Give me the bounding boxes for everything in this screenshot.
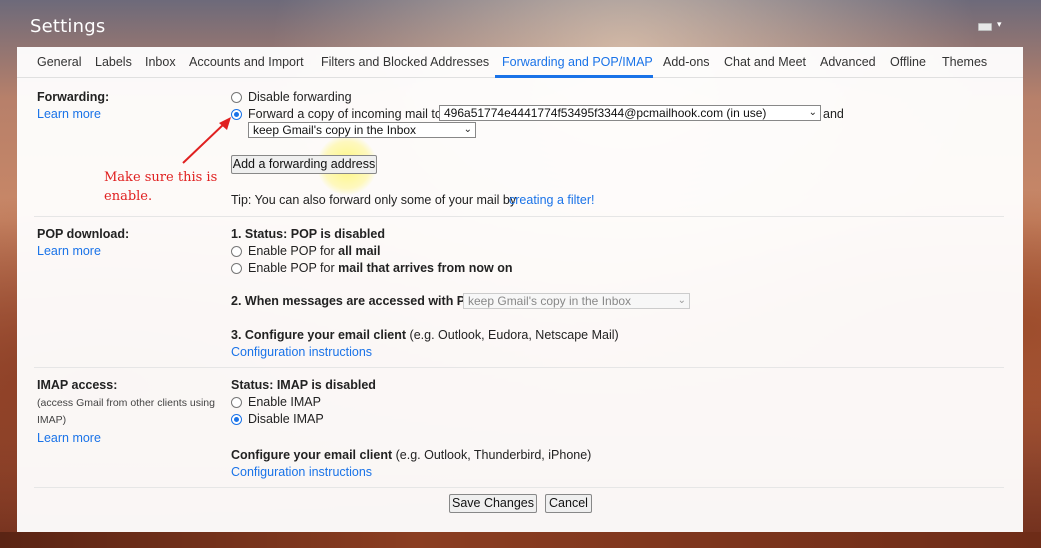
disable-forwarding-radio[interactable] bbox=[231, 92, 242, 103]
save-changes-button[interactable]: Save Changes bbox=[449, 494, 537, 513]
tab-filters-and-blocked-addresses[interactable]: Filters and Blocked Addresses bbox=[321, 55, 489, 69]
enable-pop-all-label: Enable POP for all mail bbox=[248, 244, 381, 258]
tab-inbox[interactable]: Inbox bbox=[145, 55, 176, 69]
chevron-down-icon: ⌄ bbox=[463, 124, 472, 135]
copy-action-value: keep Gmail's copy in the Inbox bbox=[253, 123, 417, 137]
tab-labels[interactable]: Labels bbox=[95, 55, 132, 69]
annotation-text-line1: Make sure this is bbox=[104, 170, 218, 185]
pop-configuration-instructions-link[interactable]: Configuration instructions bbox=[231, 345, 372, 359]
imap-status: Status: IMAP is disabled bbox=[231, 378, 376, 392]
forward-address-value: 496a51774e4441774f53495f3344@pcmailhook.… bbox=[444, 106, 767, 120]
pop-configure-text: 3. Configure your email client (e.g. Out… bbox=[231, 328, 619, 342]
pop-status: 1. Status: POP is disabled bbox=[231, 227, 385, 241]
imap-subtext-line2: IMAP) bbox=[37, 414, 67, 426]
imap-configuration-instructions-link[interactable]: Configuration instructions bbox=[231, 465, 372, 479]
disable-imap-label: Disable IMAP bbox=[248, 412, 324, 426]
chevron-down-icon: ⌄ bbox=[808, 107, 817, 118]
enable-pop-all-bold: all mail bbox=[338, 244, 381, 258]
imap-learn-more-link[interactable]: Learn more bbox=[37, 431, 101, 445]
disable-imap-radio[interactable] bbox=[231, 414, 242, 425]
pop-accessed-select: keep Gmail's copy in the Inbox ⌄ bbox=[463, 293, 690, 309]
forwarding-label: Forwarding: bbox=[37, 90, 110, 104]
pop-accessed-value: keep Gmail's copy in the Inbox bbox=[468, 294, 632, 308]
enable-pop-now-prefix: Enable POP for bbox=[248, 261, 335, 275]
active-tab-indicator bbox=[495, 75, 653, 78]
tip-text: Tip: You can also forward only some of y… bbox=[231, 193, 517, 207]
tab-accounts-and-import[interactable]: Accounts and Import bbox=[189, 55, 304, 69]
pop-accessed-label: 2. When messages are accessed with POP bbox=[231, 294, 484, 308]
forward-address-select[interactable]: 496a51774e4441774f53495f3344@pcmailhook.… bbox=[439, 105, 821, 121]
tab-advanced[interactable]: Advanced bbox=[820, 55, 876, 69]
enable-pop-all-radio[interactable] bbox=[231, 246, 242, 257]
section-divider bbox=[34, 216, 1004, 217]
tab-themes[interactable]: Themes bbox=[942, 55, 987, 69]
enable-pop-now-radio[interactable] bbox=[231, 263, 242, 274]
background-strip bbox=[0, 532, 1041, 548]
tab-add-ons[interactable]: Add-ons bbox=[663, 55, 710, 69]
keyboard-icon[interactable] bbox=[978, 23, 992, 31]
pop-download-label: POP download: bbox=[37, 227, 130, 241]
annotation-text-line2: enable. bbox=[104, 189, 153, 204]
imap-configure-text: Configure your email client (e.g. Outloo… bbox=[231, 448, 591, 462]
settings-tabs: General Labels Inbox Accounts and Import… bbox=[17, 47, 1023, 78]
settings-panel: General Labels Inbox Accounts and Import… bbox=[17, 47, 1023, 532]
disable-forwarding-label: Disable forwarding bbox=[248, 90, 352, 104]
imap-subtext-line1: (access Gmail from other clients using bbox=[37, 397, 215, 409]
page-title: Settings bbox=[30, 16, 106, 37]
enable-imap-label: Enable IMAP bbox=[248, 395, 321, 409]
enable-pop-now-label: Enable POP for mail that arrives from no… bbox=[248, 261, 512, 275]
chevron-down-icon: ⌄ bbox=[677, 295, 686, 306]
and-text: and bbox=[823, 107, 844, 121]
chevron-down-icon[interactable]: ▾ bbox=[997, 19, 1002, 30]
tab-chat-and-meet[interactable]: Chat and Meet bbox=[724, 55, 806, 69]
tab-forwarding-and-pop-imap[interactable]: Forwarding and POP/IMAP bbox=[502, 55, 653, 69]
forward-copy-label: Forward a copy of incoming mail to bbox=[248, 107, 442, 121]
tab-general[interactable]: General bbox=[37, 55, 81, 69]
pop-learn-more-link[interactable]: Learn more bbox=[37, 244, 101, 258]
cancel-button[interactable]: Cancel bbox=[545, 494, 592, 513]
forwarding-learn-more-link[interactable]: Learn more bbox=[37, 107, 101, 121]
enable-pop-all-prefix: Enable POP for bbox=[248, 244, 335, 258]
section-divider bbox=[34, 367, 1004, 368]
settings-header: Settings ▾ bbox=[0, 0, 1041, 48]
imap-configure-bold: Configure your email client bbox=[231, 448, 393, 462]
enable-pop-now-bold: mail that arrives from now on bbox=[338, 261, 513, 275]
copy-action-select[interactable]: keep Gmail's copy in the Inbox ⌄ bbox=[248, 122, 476, 138]
tab-offline[interactable]: Offline bbox=[890, 55, 926, 69]
section-divider bbox=[34, 487, 1004, 488]
add-forwarding-address-button[interactable]: Add a forwarding address bbox=[231, 155, 377, 174]
annotation-arrow bbox=[182, 117, 231, 164]
enable-imap-radio[interactable] bbox=[231, 397, 242, 408]
creating-filter-link[interactable]: creating a filter! bbox=[509, 193, 594, 207]
pop-configure-rest: (e.g. Outlook, Eudora, Netscape Mail) bbox=[409, 328, 619, 342]
pop-configure-bold: 3. Configure your email client bbox=[231, 328, 407, 342]
imap-access-label: IMAP access: bbox=[37, 378, 118, 392]
imap-configure-rest: (e.g. Outlook, Thunderbird, iPhone) bbox=[395, 448, 592, 462]
